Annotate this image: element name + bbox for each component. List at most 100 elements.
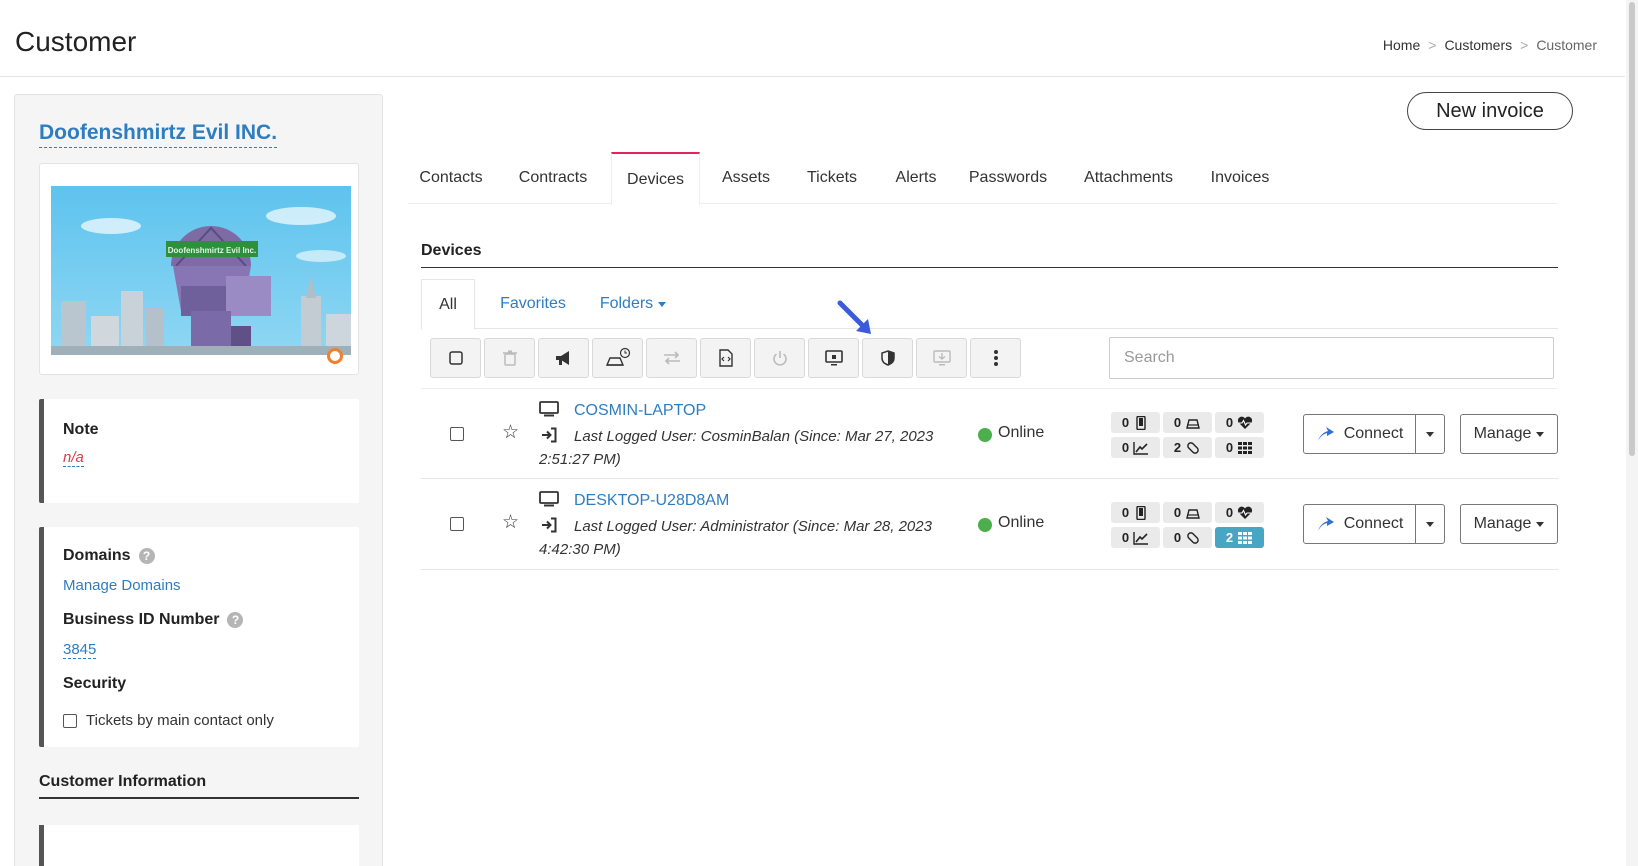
device-select-checkbox[interactable] — [450, 427, 464, 441]
business-id-label-text: Business ID Number — [63, 611, 220, 628]
heartbeat-icon — [1238, 506, 1253, 519]
remote-connect-icon — [1317, 427, 1334, 441]
delete-button[interactable] — [484, 338, 535, 378]
caret-down-icon — [1536, 521, 1545, 527]
remote-connect-icon — [1317, 517, 1334, 531]
connect-dropdown-toggle[interactable] — [1415, 414, 1445, 454]
subtab-folders[interactable]: Folders — [593, 279, 673, 329]
apps-badge[interactable]: 2 — [1215, 527, 1264, 548]
device-name-link[interactable]: COSMIN-LAPTOP — [574, 402, 706, 420]
badge-count: 0 — [1173, 415, 1182, 430]
tab-contacts[interactable]: Contacts — [408, 152, 494, 204]
online-status-icon — [978, 428, 992, 442]
connect-label: Connect — [1343, 515, 1404, 532]
breadcrumb-customers[interactable]: Customers — [1444, 37, 1512, 53]
performance-badge[interactable]: 0 — [1111, 437, 1160, 458]
business-id-value[interactable]: 3845 — [63, 641, 97, 659]
breadcrumb-home[interactable]: Home — [1383, 37, 1420, 53]
connect-dropdown-toggle[interactable] — [1415, 504, 1445, 544]
security-shield-button[interactable] — [862, 338, 913, 378]
subtab-folders-label: Folders — [599, 295, 654, 312]
connect-button[interactable]: Connect — [1303, 414, 1416, 454]
connect-label: Connect — [1343, 425, 1404, 442]
new-invoice-button[interactable]: New invoice — [1407, 92, 1573, 130]
announce-button[interactable] — [538, 338, 589, 378]
tab-contracts[interactable]: Contracts — [508, 152, 598, 204]
scheduled-drive-button[interactable] — [592, 338, 643, 378]
favorite-star-icon[interactable]: ☆ — [502, 421, 519, 444]
drive-badge[interactable]: 0 — [1163, 412, 1212, 433]
help-icon[interactable]: ? — [138, 548, 155, 564]
select-all-button[interactable] — [430, 338, 481, 378]
device-badges: 0 0 0 0 0 2 — [1111, 502, 1271, 548]
power-button[interactable] — [754, 338, 805, 378]
tab-passwords[interactable]: Passwords — [963, 152, 1053, 204]
customer-name[interactable]: Doofenshmirtz Evil INC. — [39, 121, 278, 148]
tab-assets[interactable]: Assets — [711, 152, 781, 204]
mobile-badge[interactable]: 0 — [1111, 502, 1160, 523]
device-row[interactable]: ☆ DESKTOP-U28D8AM Last Logged User: Admi… — [421, 479, 1558, 570]
device-search-input[interactable] — [1109, 337, 1554, 379]
subtab-favorites[interactable]: Favorites — [493, 279, 573, 329]
mobile-badge[interactable]: 0 — [1111, 412, 1160, 433]
customer-logo[interactable]: Doofenshmirtz Evil Inc. — [51, 186, 351, 355]
badge-count: 2 — [1173, 440, 1182, 455]
note-value[interactable]: n/a — [63, 449, 84, 467]
badge-count: 0 — [1173, 505, 1182, 520]
customer-information-title: Customer Information — [39, 773, 359, 799]
last-logged-user: Last Logged User: CosminBalan (Since: Ma… — [539, 428, 934, 468]
tickets-by-main-contact-row[interactable]: Tickets by main contact only — [63, 712, 274, 729]
logo-upload-indicator[interactable] — [327, 348, 343, 364]
install-agent-button[interactable] — [916, 338, 967, 378]
manage-domains-link[interactable]: Manage Domains — [63, 577, 181, 594]
tab-invoices[interactable]: Invoices — [1202, 152, 1278, 204]
caret-down-icon — [658, 301, 667, 307]
device-row[interactable]: ☆ COSMIN-LAPTOP Last Logged User: Cosmin… — [421, 388, 1558, 479]
manage-dropdown-button[interactable]: Manage — [1460, 504, 1558, 544]
tickets-by-main-contact-label[interactable]: Tickets by main contact only — [86, 712, 274, 729]
subtab-all[interactable]: All — [421, 279, 475, 330]
favorite-star-icon[interactable]: ☆ — [502, 511, 519, 534]
performance-badge[interactable]: 0 — [1111, 527, 1160, 548]
desktop-computer-icon — [539, 401, 559, 417]
drive-badge[interactable]: 0 — [1163, 502, 1212, 523]
business-id-label: Business ID Number ? — [63, 611, 244, 629]
tab-alerts[interactable]: Alerts — [885, 152, 947, 204]
monitor-download-icon — [932, 350, 951, 366]
apps-badge[interactable]: 0 — [1215, 437, 1264, 458]
device-filter-tabs: All Favorites Folders — [421, 279, 1558, 330]
breadcrumb-separator: > — [1520, 37, 1529, 53]
device-name-link[interactable]: DESKTOP-U28D8AM — [574, 492, 729, 510]
patch-badge[interactable]: 0 — [1163, 527, 1212, 548]
health-badge[interactable]: 0 — [1215, 412, 1264, 433]
manage-dropdown-button[interactable]: Manage — [1460, 414, 1558, 454]
patch-badge[interactable]: 2 — [1163, 437, 1212, 458]
breadcrumb: Home > Customers > Customer — [1383, 37, 1597, 53]
device-select-checkbox[interactable] — [450, 517, 464, 531]
grid-icon — [1238, 441, 1253, 454]
tab-attachments[interactable]: Attachments — [1076, 152, 1181, 204]
more-vertical-icon — [993, 350, 998, 366]
bandage-icon — [1187, 441, 1199, 454]
tab-tickets[interactable]: Tickets — [795, 152, 869, 204]
last-logged-user: Last Logged User: Administrator (Since: … — [539, 518, 932, 558]
health-badge[interactable]: 0 — [1215, 502, 1264, 523]
transfer-button[interactable] — [646, 338, 697, 378]
remote-desktop-button[interactable] — [808, 338, 859, 378]
trash-icon — [502, 350, 517, 366]
customer-details-card: Domains ? Manage Domains Business ID Num… — [39, 527, 359, 747]
manage-label: Manage — [1473, 425, 1532, 442]
run-script-button[interactable] — [700, 338, 751, 378]
svg-text:Doofenshmirtz Evil Inc.: Doofenshmirtz Evil Inc. — [168, 246, 256, 255]
desktop-computer-icon — [539, 491, 559, 507]
customer-sidebar: Doofenshmirtz Evil INC. Doofenshmirtz Ev… — [14, 94, 383, 866]
scrollbar-thumb[interactable] — [1629, 2, 1635, 456]
page-scrollbar[interactable] — [1626, 0, 1638, 866]
help-icon[interactable]: ? — [227, 612, 244, 628]
more-actions-button[interactable] — [970, 338, 1021, 378]
tab-devices[interactable]: Devices — [611, 152, 700, 205]
tickets-by-main-contact-checkbox[interactable] — [63, 713, 77, 728]
connect-button[interactable]: Connect — [1303, 504, 1416, 544]
script-icon — [718, 349, 733, 367]
tablet-icon — [1136, 415, 1146, 430]
